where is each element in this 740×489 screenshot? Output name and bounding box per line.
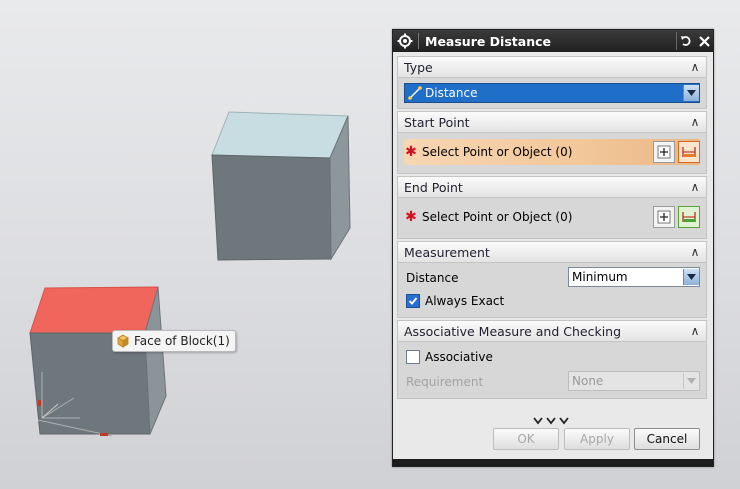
always-exact-checkbox[interactable] bbox=[406, 294, 420, 308]
gear-icon[interactable] bbox=[397, 33, 413, 49]
start-point-section-header[interactable]: Start Point ∧ bbox=[397, 111, 707, 133]
associative-label: Associative bbox=[425, 350, 493, 364]
point-dialog-button[interactable] bbox=[653, 206, 675, 228]
chevron-down-icon[interactable] bbox=[683, 373, 699, 389]
point-dialog-button[interactable] bbox=[653, 141, 675, 163]
start-point-select-text: Select Point or Object (0) bbox=[422, 145, 573, 159]
distance-dropdown-value: Minimum bbox=[572, 270, 628, 284]
close-icon bbox=[698, 35, 710, 47]
dialog-title: Measure Distance bbox=[425, 33, 551, 49]
collapse-icon[interactable]: ∧ bbox=[684, 180, 706, 194]
always-exact-row[interactable]: Always Exact bbox=[406, 294, 504, 308]
chevron-down-icon[interactable] bbox=[683, 269, 699, 285]
end-point-select-text: Select Point or Object (0) bbox=[422, 210, 573, 224]
dialog-bottom-edge bbox=[393, 459, 713, 466]
reset-icon bbox=[681, 36, 691, 46]
selected-face[interactable] bbox=[29, 286, 159, 334]
end-point-section-label: End Point bbox=[404, 179, 463, 195]
measure-point-icon bbox=[682, 212, 696, 222]
start-point-section-body: ✱ Select Point or Object (0) bbox=[397, 133, 707, 174]
dialog-footer: OK Apply Cancel bbox=[393, 422, 711, 458]
block-lower[interactable] bbox=[29, 286, 167, 435]
start-point-select-button[interactable] bbox=[678, 141, 700, 163]
distance-label: Distance bbox=[406, 271, 459, 285]
requirement-dropdown-value: None bbox=[572, 374, 604, 388]
collapse-icon[interactable]: ∧ bbox=[684, 60, 706, 74]
type-section-body: Distance bbox=[397, 78, 707, 109]
type-dropdown-value: Distance bbox=[425, 86, 478, 100]
collapse-icon[interactable]: ∧ bbox=[684, 324, 706, 338]
close-button[interactable] bbox=[695, 32, 713, 50]
collapse-icon[interactable]: ∧ bbox=[684, 115, 706, 129]
start-point-section-label: Start Point bbox=[404, 114, 470, 130]
measurement-section-header[interactable]: Measurement ∧ bbox=[397, 241, 707, 263]
associative-row[interactable]: Associative bbox=[406, 350, 493, 364]
type-section-header[interactable]: Type ∧ bbox=[397, 56, 707, 78]
cancel-button[interactable]: Cancel bbox=[634, 428, 700, 450]
dialog-titlebar[interactable]: Measure Distance bbox=[393, 30, 713, 52]
ok-button[interactable]: OK bbox=[493, 428, 559, 450]
requirement-label: Requirement bbox=[406, 375, 484, 389]
end-point-select-row[interactable]: ✱ Select Point or Object (0) bbox=[404, 204, 700, 230]
end-point-section-body: ✱ Select Point or Object (0) bbox=[397, 198, 707, 239]
selection-tooltip: Face of Block(1) bbox=[112, 330, 236, 352]
type-dropdown[interactable]: Distance bbox=[404, 83, 700, 103]
measure-point-icon bbox=[682, 147, 696, 157]
start-point-select-row[interactable]: ✱ Select Point or Object (0) bbox=[404, 139, 700, 165]
distance-dropdown[interactable]: Minimum bbox=[568, 267, 700, 287]
point-constructor-icon bbox=[657, 145, 671, 159]
associative-section-label: Associative Measure and Checking bbox=[404, 323, 622, 339]
measurement-section-label: Measurement bbox=[404, 244, 490, 260]
measurement-section-body: Distance Minimum Always Exact bbox=[397, 263, 707, 318]
required-asterisk-icon: ✱ bbox=[405, 209, 417, 225]
required-asterisk-icon: ✱ bbox=[405, 144, 417, 160]
tooltip-text: Face of Block(1) bbox=[134, 334, 230, 348]
checkmark-icon bbox=[408, 297, 418, 305]
associative-section-header[interactable]: Associative Measure and Checking ∧ bbox=[397, 320, 707, 342]
associative-section-body: Associative Requirement None bbox=[397, 342, 707, 399]
point-constructor-icon bbox=[657, 210, 671, 224]
reset-button[interactable] bbox=[676, 32, 695, 50]
apply-button[interactable]: Apply bbox=[564, 428, 630, 450]
chevron-down-icon[interactable] bbox=[683, 85, 699, 101]
block-face-icon bbox=[117, 334, 129, 348]
block-upper[interactable] bbox=[211, 111, 351, 261]
collapse-icon[interactable]: ∧ bbox=[684, 245, 706, 259]
titlebar-separator bbox=[418, 33, 419, 49]
end-point-select-button[interactable] bbox=[678, 206, 700, 228]
always-exact-label: Always Exact bbox=[425, 294, 505, 308]
requirement-dropdown[interactable]: None bbox=[568, 371, 700, 391]
end-point-section-header[interactable]: End Point ∧ bbox=[397, 176, 707, 198]
distance-type-icon bbox=[408, 86, 422, 100]
measure-distance-dialog: Measure Distance Type ∧ Distance Start P… bbox=[392, 29, 714, 467]
type-section-label: Type bbox=[404, 59, 433, 75]
associative-checkbox[interactable] bbox=[406, 350, 420, 364]
